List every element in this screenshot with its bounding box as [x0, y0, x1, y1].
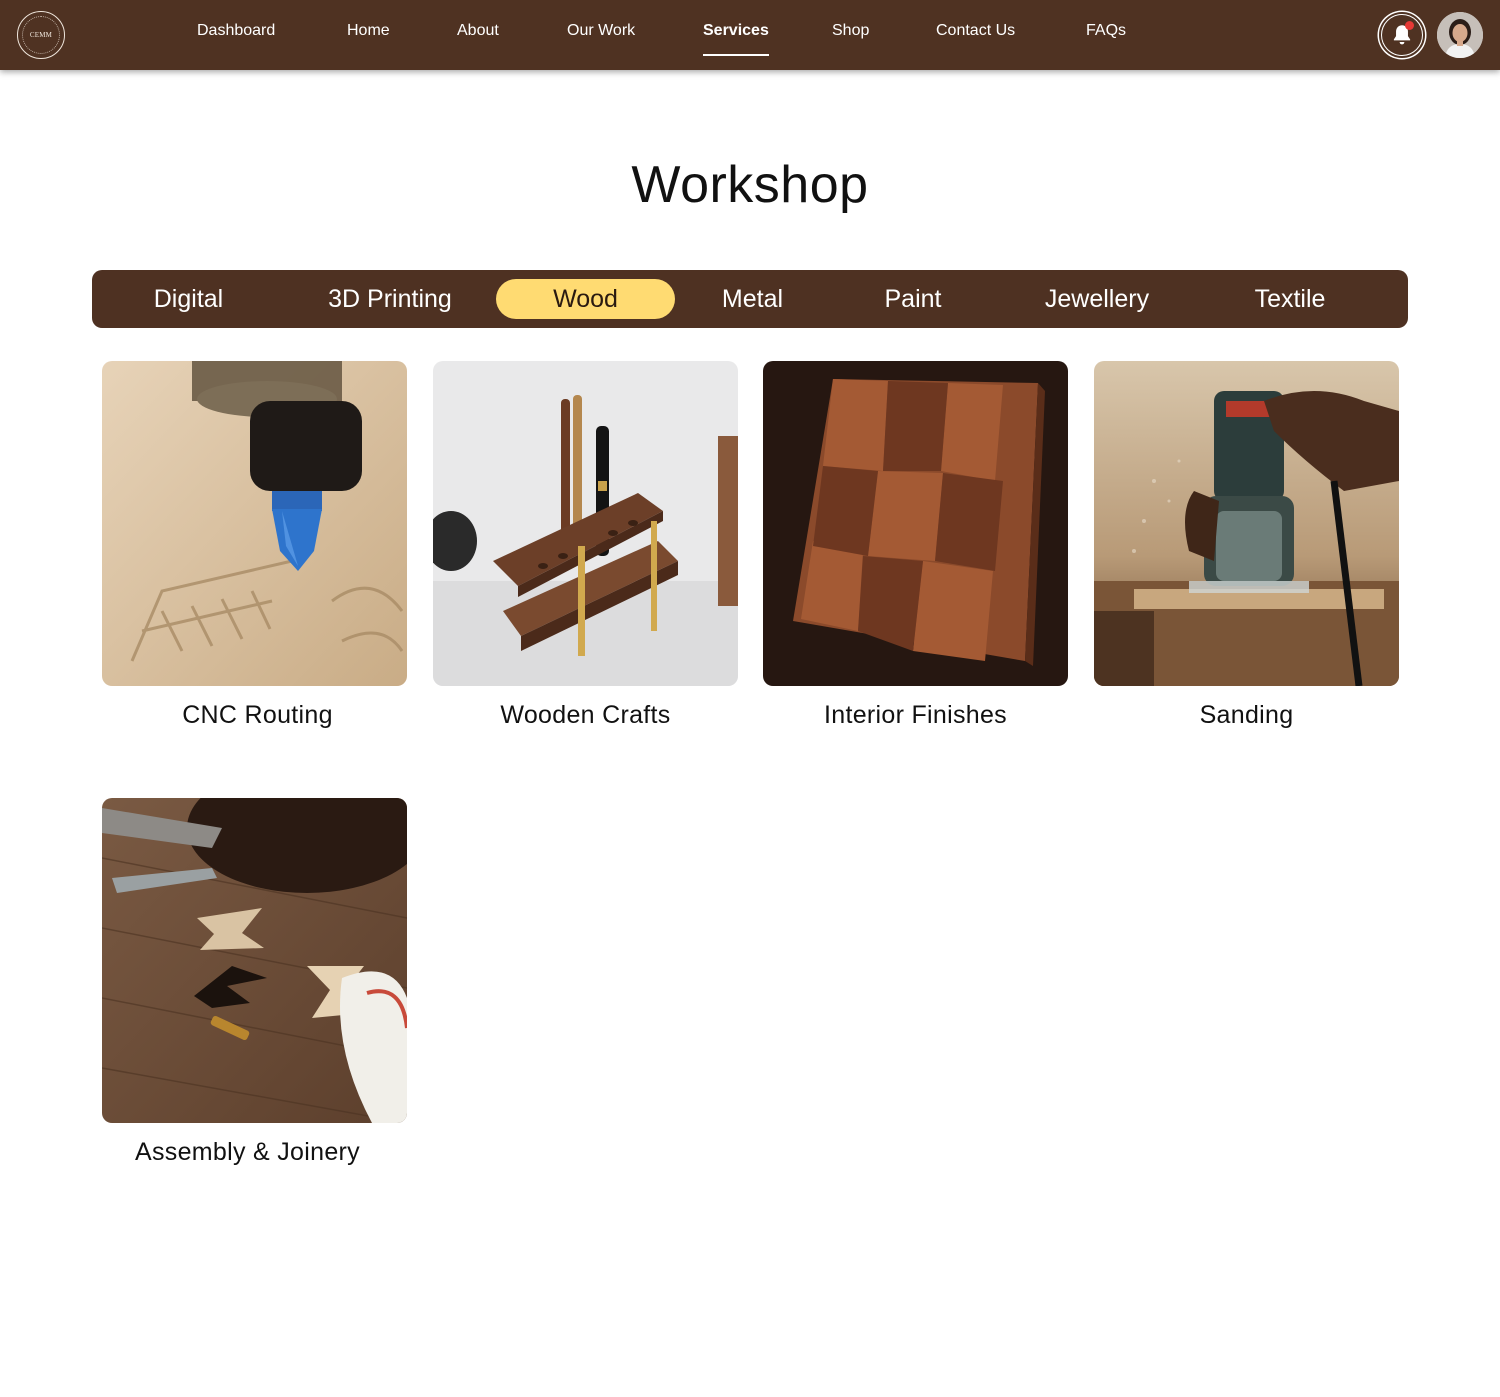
tab-paint[interactable]: Paint [862, 279, 964, 319]
service-card-wooden-crafts[interactable]: Wooden Crafts [433, 361, 738, 729]
interior-finishes-image [763, 361, 1068, 686]
service-label: Assembly & Joinery [135, 1138, 360, 1166]
assembly-joinery-image [102, 798, 407, 1123]
tab-textile[interactable]: Textile [1232, 279, 1348, 319]
tab-wood[interactable]: Wood [496, 279, 675, 319]
nav-shop[interactable]: Shop [832, 22, 869, 58]
logo-ring: CEMM [22, 16, 60, 54]
service-label: Interior Finishes [824, 701, 1007, 729]
notifications-button[interactable] [1379, 12, 1425, 58]
service-label: Wooden Crafts [500, 701, 671, 729]
sanding-image [1094, 361, 1399, 686]
category-tabs: Digital 3D Printing Wood Metal Paint Jew… [92, 270, 1408, 328]
service-label: Sanding [1199, 701, 1294, 729]
tab-3d-printing[interactable]: 3D Printing [312, 279, 468, 319]
service-card-interior-finishes[interactable]: Interior Finishes [763, 361, 1068, 729]
avatar-image [1437, 12, 1483, 58]
nav-services[interactable]: Services [703, 22, 769, 58]
nav-contact-us[interactable]: Contact Us [936, 22, 1015, 58]
tab-jewellery[interactable]: Jewellery [1022, 279, 1172, 319]
nav-dashboard[interactable]: Dashboard [197, 22, 275, 58]
user-avatar[interactable] [1437, 12, 1483, 58]
notification-dot [1405, 21, 1414, 30]
service-card-sanding[interactable]: Sanding [1094, 361, 1399, 729]
nav-our-work[interactable]: Our Work [567, 22, 635, 58]
tab-metal[interactable]: Metal [701, 279, 804, 319]
brand-logo[interactable]: CEMM [17, 11, 65, 59]
logo-text: CEMM [29, 31, 53, 39]
nav-about[interactable]: About [457, 22, 499, 58]
service-card-cnc-routing[interactable]: CNC Routing [102, 361, 407, 729]
top-navbar: CEMM Dashboard Home About Our Work Servi… [0, 0, 1500, 70]
tab-digital[interactable]: Digital [122, 279, 255, 319]
nav-home[interactable]: Home [347, 22, 390, 58]
cnc-routing-image [102, 361, 407, 686]
service-label: CNC Routing [182, 701, 333, 729]
page-title: Workshop [631, 156, 869, 214]
service-card-assembly-joinery[interactable]: Assembly & Joinery [102, 798, 407, 1166]
bell-icon-container [1382, 15, 1422, 55]
nav-faqs[interactable]: FAQs [1086, 22, 1126, 58]
wooden-crafts-image [433, 361, 738, 686]
